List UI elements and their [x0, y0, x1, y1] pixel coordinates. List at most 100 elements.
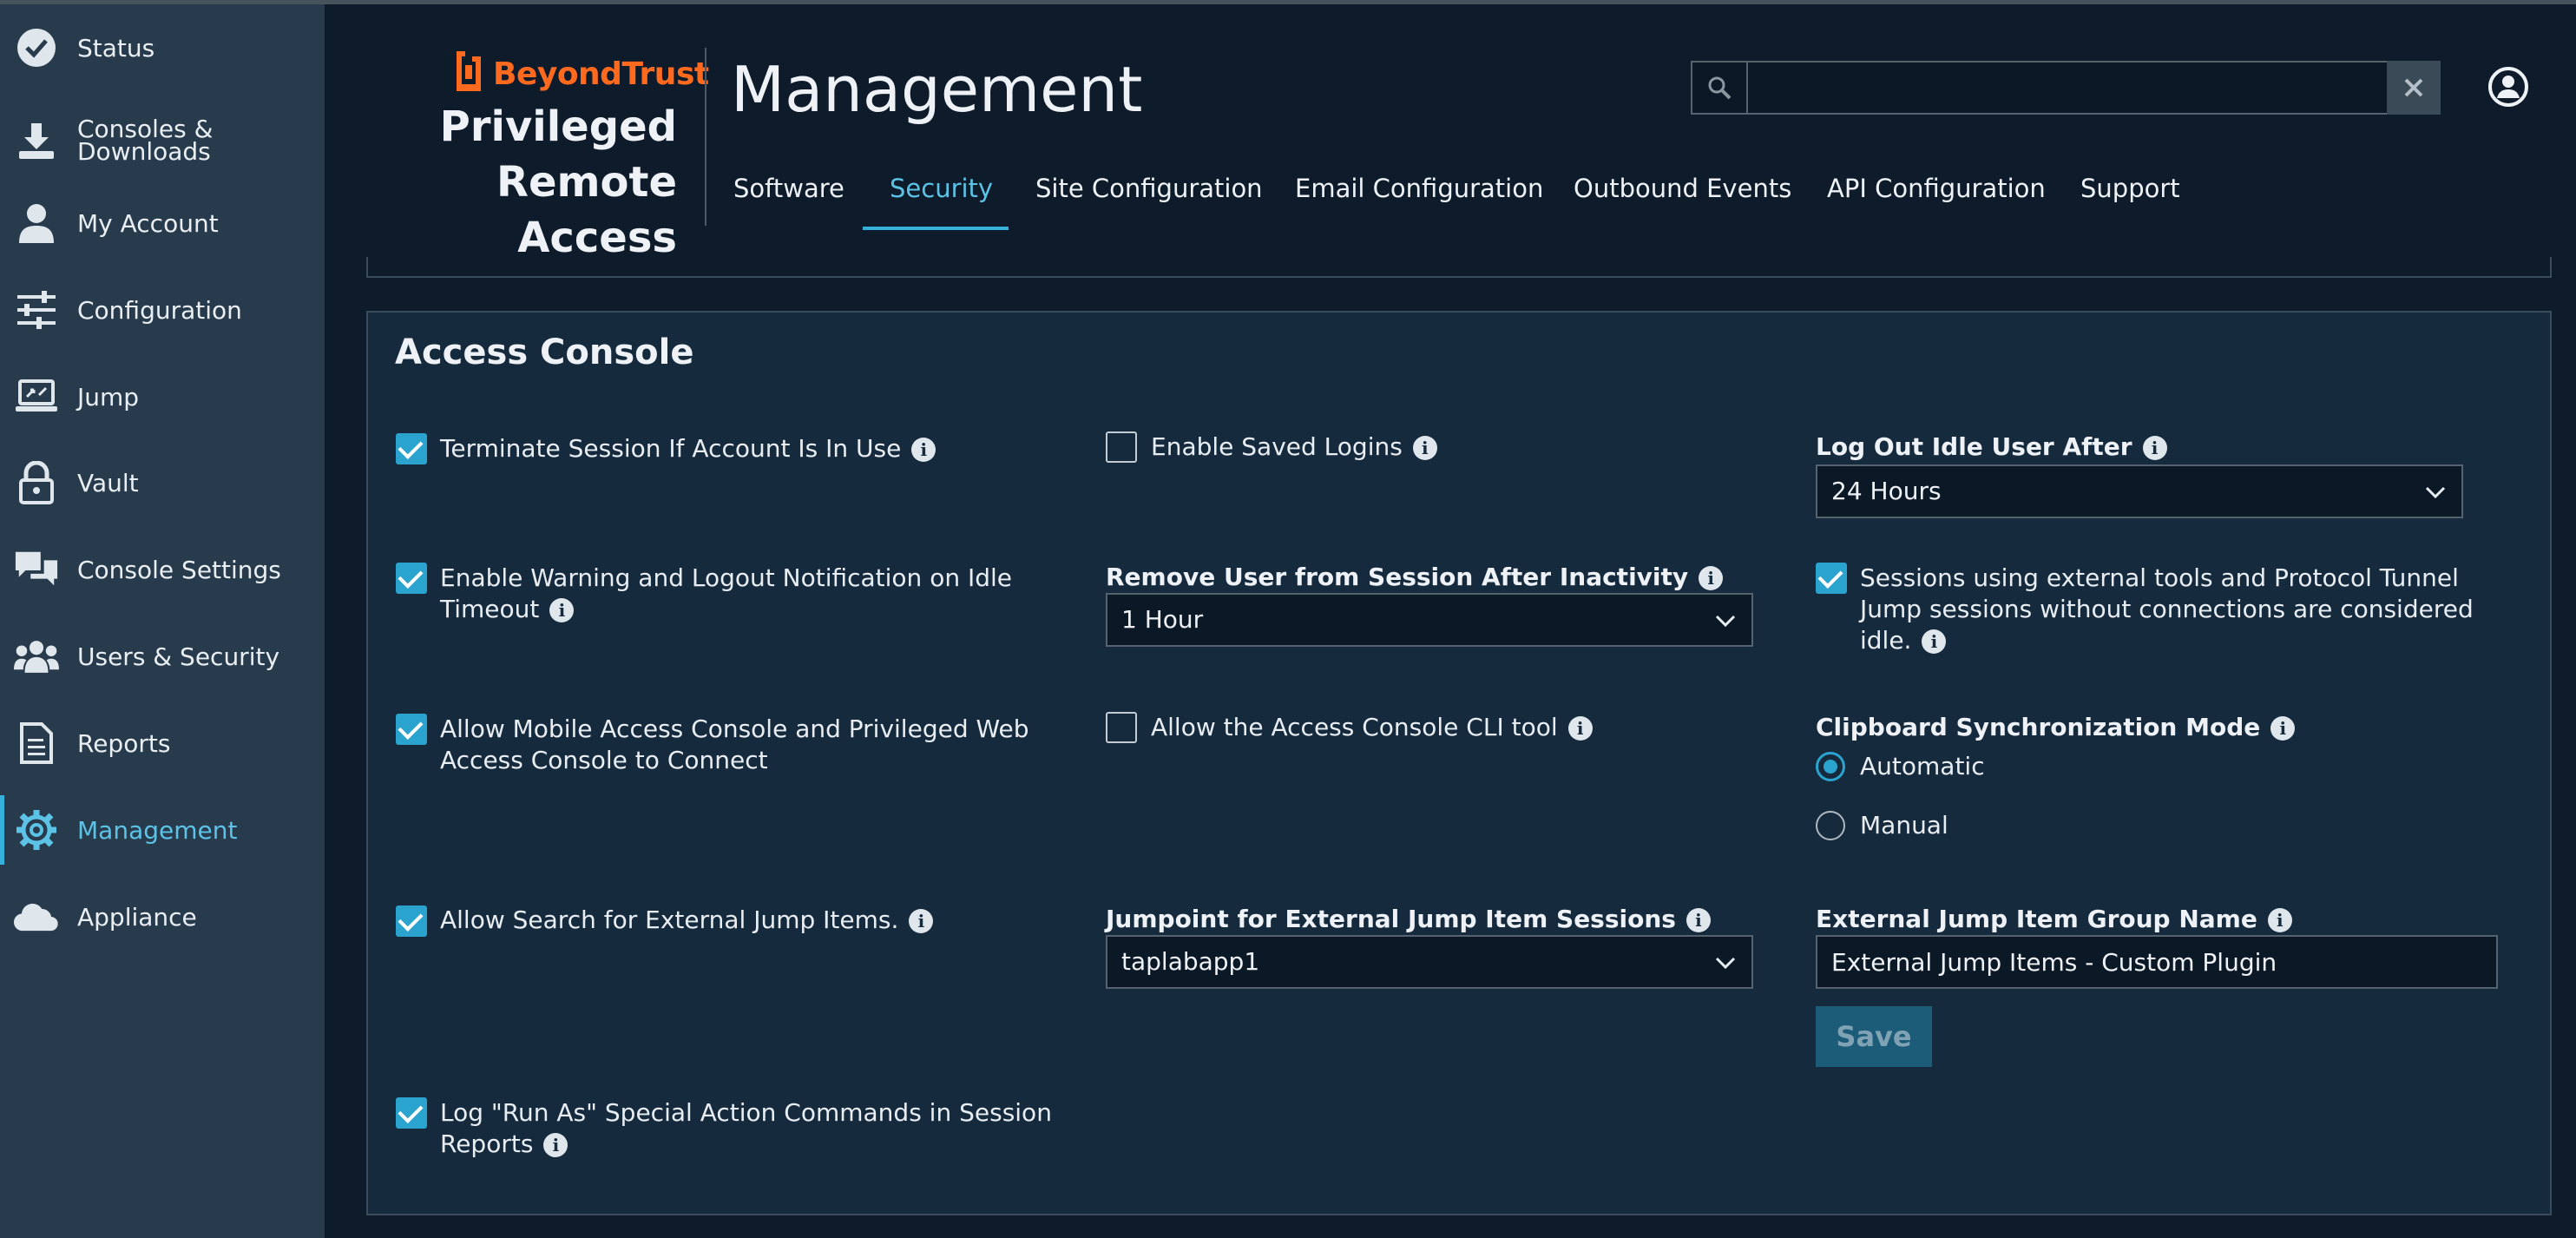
chat-bubbles-icon — [14, 547, 59, 592]
user-icon — [14, 201, 59, 246]
sidebar-item-label: Console Settings — [77, 555, 281, 584]
warning-logout-label: Enable Warning and Logout Notification o… — [440, 563, 1013, 623]
allow-search-external-label: Allow Search for External Jump Items. i — [440, 905, 934, 936]
beyondtrust-logo: BeyondTrust — [451, 48, 709, 100]
sidebar-item-label: Reports — [77, 728, 171, 758]
check-circle-icon — [14, 25, 59, 70]
jumpoint-select[interactable]: taplabapp1 — [1106, 935, 1753, 989]
clipboard-automatic-radio[interactable] — [1816, 752, 1845, 781]
log-out-idle-value: 24 Hours — [1831, 477, 1942, 505]
sidebar-item-management[interactable]: Management — [0, 795, 325, 865]
chevron-down-icon — [2425, 486, 2446, 499]
search-clear-button[interactable] — [2387, 61, 2441, 115]
tab-site-configuration[interactable]: Site Configuration — [1035, 165, 1263, 230]
info-icon[interactable]: i — [1686, 908, 1711, 932]
info-icon[interactable]: i — [909, 909, 934, 933]
external-group-name-label: External Jump Item Group Name i — [1816, 904, 2292, 935]
log-out-idle-select[interactable]: 24 Hours — [1816, 464, 2463, 518]
tab-security[interactable]: Security — [890, 165, 993, 230]
sidebar-item-jump[interactable]: Jump — [0, 371, 325, 423]
log-out-idle-label: Log Out Idle User After i — [1816, 431, 2167, 463]
allow-cli-checkbox[interactable] — [1106, 712, 1137, 743]
info-icon[interactable]: i — [911, 438, 936, 462]
log-run-as-checkbox[interactable] — [396, 1097, 427, 1129]
remove-user-label: Remove User from Session After Inactivit… — [1106, 562, 1724, 593]
chevron-down-icon — [1715, 957, 1736, 970]
chevron-down-icon — [1715, 615, 1736, 628]
sidebar-item-configuration[interactable]: Configuration — [0, 284, 325, 336]
info-icon[interactable]: i — [1922, 629, 1947, 654]
section-title: Access Console — [395, 333, 694, 372]
info-icon[interactable]: i — [543, 1133, 568, 1157]
header-divider — [705, 48, 706, 226]
external-tools-idle-checkbox[interactable] — [1816, 563, 1847, 594]
active-tab-indicator — [863, 227, 1009, 230]
sidebar-item-users-security[interactable]: Users & Security — [0, 630, 325, 682]
clipboard-automatic-label: Automatic — [1860, 752, 1985, 780]
clipboard-manual-label: Manual — [1860, 811, 1948, 840]
allow-cli-label: Allow the Access Console CLI tool i — [1151, 712, 1593, 743]
sidebar-item-label: Consoles & Downloads — [77, 115, 214, 166]
sidebar: Status Consoles & Downloads My Account C… — [0, 4, 325, 1238]
remove-user-value: 1 Hour — [1121, 605, 1204, 634]
sidebar-item-vault[interactable]: Vault — [0, 457, 325, 509]
external-group-name-input[interactable] — [1816, 935, 2498, 989]
tab-api-configuration[interactable]: API Configuration — [1827, 165, 2046, 230]
enable-saved-logins-label: Enable Saved Logins i — [1151, 431, 1437, 463]
sidebar-item-consoles-downloads[interactable]: Consoles & Downloads — [0, 115, 325, 167]
info-icon[interactable]: i — [2142, 436, 2167, 460]
save-button[interactable]: Save — [1816, 1006, 1932, 1067]
sidebar-item-console-settings[interactable]: Console Settings — [0, 543, 325, 596]
enable-saved-logins-checkbox[interactable] — [1106, 431, 1137, 463]
allow-mobile-checkbox[interactable] — [396, 714, 427, 745]
sidebar-item-status[interactable]: Status — [0, 22, 325, 74]
sidebar-item-label: My Account — [77, 208, 219, 238]
sidebar-item-appliance[interactable]: Appliance — [0, 891, 325, 943]
tab-software[interactable]: Software — [733, 165, 844, 230]
brand-name: BeyondTrust — [493, 56, 709, 92]
jumpoint-label: Jumpoint for External Jump Item Sessions… — [1106, 904, 1711, 935]
tab-outbound-events[interactable]: Outbound Events — [1574, 165, 1791, 230]
allow-mobile-label: Allow Mobile Access Console and Privileg… — [440, 714, 1029, 774]
sidebar-item-label: Appliance — [77, 902, 197, 932]
download-icon — [14, 118, 59, 163]
search-box — [1691, 61, 2439, 115]
terminate-session-checkbox[interactable] — [396, 433, 427, 464]
sidebar-item-label: Configuration — [77, 295, 242, 325]
info-icon[interactable]: i — [1567, 716, 1593, 741]
search-input[interactable] — [1748, 63, 2434, 113]
clipboard-sync-label: Clipboard Synchronization Mode i — [1816, 712, 2296, 743]
remove-user-select[interactable]: 1 Hour — [1106, 593, 1753, 647]
sidebar-item-label: Status — [77, 33, 155, 63]
log-run-as-label: Log "Run As" Special Action Commands in … — [440, 1098, 1052, 1158]
sliders-icon — [14, 287, 59, 333]
lock-icon — [14, 460, 59, 505]
jump-laptop-icon — [14, 374, 59, 419]
clipboard-manual-radio[interactable] — [1816, 811, 1845, 840]
previous-section-edge — [366, 257, 2552, 278]
info-icon[interactable]: i — [549, 598, 575, 622]
sidebar-item-reports[interactable]: Reports — [0, 717, 325, 769]
sidebar-item-label: Vault — [77, 468, 139, 497]
search-icon — [1692, 63, 1748, 113]
terminate-session-label: Terminate Session If Account Is In Use i — [440, 433, 936, 464]
info-icon[interactable]: i — [2270, 716, 2296, 741]
gear-icon — [14, 807, 59, 853]
tab-email-configuration[interactable]: Email Configuration — [1295, 165, 1543, 230]
warning-logout-checkbox[interactable] — [396, 563, 427, 594]
tab-support[interactable]: Support — [2080, 165, 2180, 230]
close-icon — [2404, 78, 2423, 97]
external-tools-idle-label: Sessions using external tools and Protoc… — [1860, 563, 2474, 655]
users-icon — [14, 634, 59, 679]
info-icon[interactable]: i — [1699, 566, 1724, 590]
allow-search-external-checkbox[interactable] — [396, 905, 427, 937]
sidebar-item-my-account[interactable]: My Account — [0, 197, 325, 249]
user-account-icon[interactable] — [2487, 66, 2529, 108]
page-title: Management — [731, 53, 1143, 126]
sidebar-item-label: Management — [77, 815, 238, 845]
brand-logo-icon — [457, 51, 481, 91]
jumpoint-value: taplabapp1 — [1121, 947, 1260, 976]
sidebar-item-label: Users & Security — [77, 642, 280, 671]
info-icon[interactable]: i — [1412, 436, 1437, 460]
info-icon[interactable]: i — [2267, 908, 2292, 932]
